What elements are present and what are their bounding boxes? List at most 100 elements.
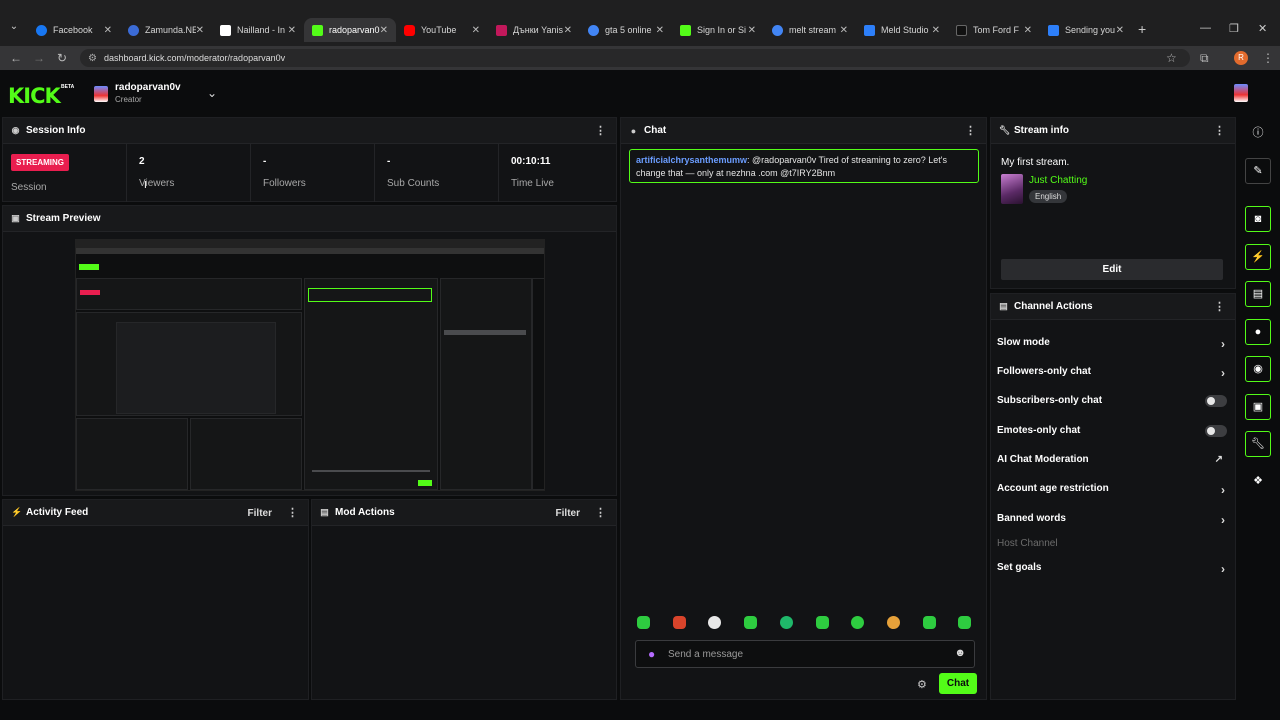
stream-preview-video[interactable] bbox=[75, 239, 545, 491]
back-icon[interactable]: ← bbox=[10, 51, 22, 65]
browser-tab-yanis[interactable]: Дънки Yanis ✕ bbox=[488, 18, 580, 42]
camera-icon[interactable]: ◙ bbox=[1245, 206, 1271, 232]
banned-words-row[interactable]: Banned words › bbox=[997, 513, 1229, 533]
tab-close-icon[interactable]: ✕ bbox=[1116, 25, 1124, 36]
tab-close-icon[interactable]: ✕ bbox=[1024, 25, 1032, 36]
info-icon[interactable]: ⓘ bbox=[1245, 120, 1271, 146]
followers-only-chat-row[interactable]: Followers-only chat › bbox=[997, 366, 1229, 386]
url-field[interactable]: ⚙ dashboard.kick.com/moderator/radoparva… bbox=[80, 49, 1190, 67]
language-tag: English bbox=[1029, 190, 1068, 203]
chat-icon[interactable]: ● bbox=[1245, 319, 1271, 345]
browser-tab-tomford[interactable]: Tom Ford F ✕ bbox=[948, 18, 1040, 42]
browser-tab-youtube[interactable]: YouTube ✕ bbox=[396, 18, 488, 42]
restore-icon[interactable]: ❐ bbox=[1229, 22, 1239, 35]
send-chat-button[interactable]: Chat bbox=[939, 673, 977, 694]
lightning-icon[interactable]: ⚡ bbox=[1245, 244, 1271, 270]
tab-close-icon[interactable]: ✕ bbox=[472, 25, 480, 36]
user-avatar[interactable] bbox=[1234, 84, 1248, 102]
forward-icon[interactable]: → bbox=[33, 51, 45, 65]
chat-username[interactable]: artificialchrysanthemumw bbox=[636, 155, 747, 165]
emote-icon[interactable] bbox=[780, 616, 793, 629]
browser-menu-icon[interactable]: ⋮ bbox=[1262, 51, 1274, 65]
category-thumbnail[interactable] bbox=[1001, 174, 1023, 204]
emote-icon[interactable] bbox=[887, 616, 900, 629]
chat-settings-gear-icon[interactable]: ⚙ bbox=[917, 678, 927, 691]
tab-close-icon[interactable]: ✕ bbox=[656, 25, 664, 36]
browser-tab-nailland[interactable]: Nailland - In ✕ bbox=[212, 18, 304, 42]
stream-category[interactable]: Just Chatting bbox=[1029, 175, 1087, 186]
bookmark-star-icon[interactable]: ☆ bbox=[1166, 51, 1177, 65]
filter-button[interactable]: Filter bbox=[556, 508, 580, 519]
chevron-down-icon[interactable]: ⌄ bbox=[207, 86, 217, 100]
more-options-icon[interactable]: ⋮ bbox=[965, 124, 976, 137]
tab-close-icon[interactable]: ✕ bbox=[288, 25, 296, 36]
slow-mode-row[interactable]: Slow mode › bbox=[997, 337, 1229, 357]
row-label: Subscribers-only chat bbox=[997, 395, 1103, 406]
browser-tab-meld[interactable]: Meld Studio ✕ bbox=[856, 18, 948, 42]
emote-icon[interactable] bbox=[708, 616, 721, 629]
browser-tab-signin[interactable]: Sign In or Si ✕ bbox=[672, 18, 764, 42]
pencil-icon[interactable]: ✎ bbox=[1245, 158, 1271, 184]
tab-search-icon[interactable]: ⌄ bbox=[6, 21, 22, 37]
shapes-icon[interactable]: ❖ bbox=[1245, 468, 1271, 494]
meld-favicon-icon bbox=[864, 24, 875, 36]
chat-input-box[interactable]: ● ☻ bbox=[635, 640, 975, 668]
ai-chat-moderation-row[interactable]: AI Chat Moderation ↗ bbox=[997, 454, 1229, 474]
site-info-icon[interactable]: ⚙ bbox=[88, 50, 97, 68]
wrench-icon[interactable]: 🔧︎ bbox=[1245, 431, 1271, 457]
row-label: Host Channel bbox=[997, 538, 1058, 549]
emote-icon[interactable] bbox=[816, 616, 829, 629]
mod-actions-header: ▤ Mod Actions Filter ⋮ bbox=[312, 500, 616, 526]
tab-close-icon[interactable]: ✕ bbox=[932, 25, 940, 36]
microphone-icon[interactable]: ● bbox=[648, 647, 655, 661]
external-link-icon: ↗ bbox=[1214, 454, 1223, 465]
emote-icon[interactable] bbox=[958, 616, 971, 629]
window-close-icon[interactable]: ✕ bbox=[1258, 22, 1267, 35]
reload-icon[interactable]: ↻ bbox=[57, 51, 67, 65]
browser-tab-zamunda[interactable]: Zamunda.NE ✕ bbox=[120, 18, 212, 42]
chevron-right-icon: › bbox=[1221, 513, 1225, 527]
more-options-icon[interactable]: ⋮ bbox=[287, 506, 298, 519]
browser-tab-facebook[interactable]: Facebook ✕ bbox=[28, 18, 120, 42]
emote-icon[interactable] bbox=[851, 616, 864, 629]
more-options-icon[interactable]: ⋮ bbox=[595, 124, 606, 137]
channel-avatar[interactable] bbox=[94, 86, 108, 102]
kick-logo[interactable]: KICK bbox=[8, 84, 61, 108]
browser-tab-sending[interactable]: Sending you ✕ bbox=[1040, 18, 1132, 42]
channel-name[interactable]: radoparvan0v bbox=[115, 82, 181, 93]
emotes-only-toggle[interactable] bbox=[1205, 425, 1227, 437]
emote-icon[interactable] bbox=[673, 616, 686, 629]
extensions-icon[interactable]: ⧉ bbox=[1200, 51, 1209, 66]
broadcast-icon[interactable]: ◉ bbox=[1245, 356, 1271, 382]
emote-icon[interactable] bbox=[923, 616, 936, 629]
mouse-cursor-icon: I bbox=[144, 180, 147, 191]
tab-close-icon[interactable]: ✕ bbox=[564, 25, 572, 36]
account-age-restriction-row[interactable]: Account age restriction › bbox=[997, 483, 1229, 503]
layout-icon[interactable]: ▣ bbox=[1245, 394, 1271, 420]
chat-message[interactable]: artificialchrysanthemumw: @radoparvan0v … bbox=[629, 149, 979, 183]
emoji-picker-icon[interactable]: ☻ bbox=[954, 647, 966, 659]
more-options-icon[interactable]: ⋮ bbox=[595, 506, 606, 519]
emote-icon[interactable] bbox=[744, 616, 757, 629]
browser-tab-kick-active[interactable]: radoparvan0 ✕ bbox=[304, 18, 396, 42]
tab-close-icon[interactable]: ✕ bbox=[380, 25, 388, 36]
subscribers-only-toggle[interactable] bbox=[1205, 395, 1227, 407]
new-tab-icon[interactable]: + bbox=[1138, 21, 1146, 37]
filter-button[interactable]: Filter bbox=[248, 508, 272, 519]
emote-icon[interactable] bbox=[637, 616, 650, 629]
more-options-icon[interactable]: ⋮ bbox=[1214, 300, 1225, 313]
browser-tab-gta[interactable]: gta 5 online ✕ bbox=[580, 18, 672, 42]
tab-close-icon[interactable]: ✕ bbox=[104, 25, 112, 36]
profile-avatar[interactable]: R bbox=[1234, 51, 1248, 65]
chat-message-input[interactable] bbox=[668, 646, 938, 663]
more-options-icon[interactable]: ⋮ bbox=[1214, 124, 1225, 137]
browser-tab-melt[interactable]: melt stream ✕ bbox=[764, 18, 856, 42]
chevron-right-icon: › bbox=[1221, 483, 1225, 497]
edit-stream-info-button[interactable]: Edit bbox=[1001, 259, 1223, 280]
note-icon[interactable]: ▤ bbox=[1245, 281, 1271, 307]
tab-close-icon[interactable]: ✕ bbox=[196, 25, 204, 36]
set-goals-row[interactable]: Set goals › bbox=[997, 562, 1229, 582]
minimize-icon[interactable]: — bbox=[1200, 22, 1211, 34]
tab-close-icon[interactable]: ✕ bbox=[748, 25, 756, 36]
tab-close-icon[interactable]: ✕ bbox=[840, 25, 848, 36]
